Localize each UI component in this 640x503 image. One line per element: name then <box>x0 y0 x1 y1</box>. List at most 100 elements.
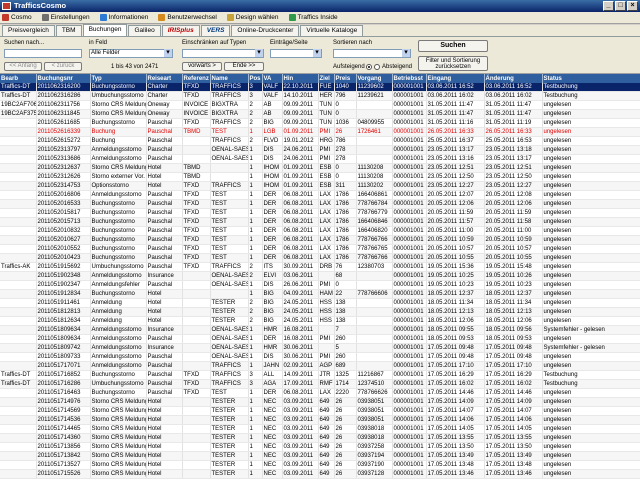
table-row[interactable]: 2011052313797 Anmeldungsstorno Pauschal OEN… <box>0 145 640 156</box>
next-page-button[interactable]: vorwärts > <box>182 62 222 71</box>
table-row[interactable]: 2011052615272 Buchung Pauschal TRAFFICS 2 FLV… <box>0 136 640 147</box>
table-row[interactable]: Traffics-AK 2011051915692 Umbuchungsstorno… <box>0 262 640 273</box>
tab-vers[interactable]: VERS <box>200 25 231 36</box>
maximize-button[interactable]: □ <box>615 1 626 11</box>
column-header[interactable]: Hin <box>282 74 319 83</box>
table-row[interactable]: 2011051714536 Storno CRS Meldung Hotel TEST… <box>0 415 640 426</box>
reset-filter-button[interactable]: Filter und Sortierung zurücksetzen <box>418 56 488 71</box>
sort-select[interactable] <box>333 49 411 58</box>
table-cell: 1 <box>248 406 263 417</box>
column-header[interactable]: Pos <box>248 74 263 83</box>
table-row[interactable]: 19BC2AF375 2011062311845 Storno CRS Meldun… <box>0 109 640 120</box>
table-row[interactable]: 2011051715526 Storno CRS Meldung Hotel TEST… <box>0 469 640 480</box>
column-header[interactable]: VA <box>262 74 283 83</box>
table-row[interactable]: 2011051809634 Anmeldungsstorno Pauschal OEN… <box>0 334 640 345</box>
table-row[interactable]: 2011052010832 Buchungsstorno Pauschal TFXD T… <box>0 226 640 237</box>
table-cell: LAX <box>318 388 335 399</box>
first-page-button[interactable]: << Anfang <box>4 62 42 71</box>
column-header[interactable]: Bearb <box>0 74 37 83</box>
table-row[interactable]: 2011051809733 Anmeldungsstorno Pauschal OEN… <box>0 352 640 363</box>
table-row[interactable]: Traffics-DT 2011051716852 Buchungsstorno Pa… <box>0 370 640 381</box>
table-row[interactable]: 2011052616339 Buchung Pauschal TBMD TEST 1 LGB… <box>0 127 640 138</box>
tab-tbm[interactable]: TBM <box>55 25 82 36</box>
menu-cosmo[interactable]: Cosmo <box>2 14 32 21</box>
table-cell: 03937258 <box>356 442 393 453</box>
table-row[interactable]: 2011051713527 Storno CRS Meldung Hotel TEST… <box>0 460 640 471</box>
column-header[interactable]: Ziel <box>318 74 335 83</box>
table-cell: Buchungsstorno <box>90 83 147 93</box>
table-row[interactable]: 2011052314753 Optionsstorno Hotel TFXD TRAFF… <box>0 181 640 192</box>
per-page-select[interactable] <box>270 49 322 58</box>
table-row[interactable]: 2011051911461 Anmeldung Hotel TESTER 2 BIG 24.… <box>0 298 640 309</box>
tab-irisplus[interactable]: IRISplus <box>161 25 200 36</box>
descending-radio[interactable] <box>374 64 380 70</box>
table-row[interactable]: 2011051809634 Anmeldungsstorno Insurance OE… <box>0 325 640 336</box>
column-header[interactable]: Referenz <box>182 74 211 83</box>
menu-informationen[interactable]: Informationen <box>99 14 148 21</box>
table-row[interactable]: 2011052015713 Buchungsstorno Pauschal TFXD T… <box>0 217 640 228</box>
table-row[interactable]: Traffics-DT 2011051716286 Umbuchungsstorno… <box>0 379 640 390</box>
last-page-button[interactable]: Ende >> <box>224 62 264 71</box>
tab-preisvergleich[interactable]: Preisvergleich <box>2 25 55 36</box>
table-row[interactable]: 2011051714465 Storno CRS Meldung Hotel TEST… <box>0 424 640 435</box>
field-select[interactable]: Alle Felder <box>89 49 173 58</box>
tab-buchungen[interactable]: Buchungen <box>82 24 128 36</box>
column-header[interactable]: Vorgang <box>356 74 393 83</box>
column-header[interactable]: Änderung <box>484 74 543 83</box>
menu-traffics-inside[interactable]: Traffics Inside <box>288 14 338 21</box>
table-row[interactable]: 2011051717071 Anmeldungsstorno Pauschal TRA… <box>0 361 640 372</box>
tab-virtuelle-kataloge[interactable]: Virtuelle Kataloge <box>300 25 364 36</box>
column-header[interactable]: Buchungsnr <box>36 74 91 83</box>
search-input[interactable] <box>4 49 82 58</box>
column-header[interactable]: Status <box>542 74 640 83</box>
column-header[interactable]: Eingang <box>426 74 485 83</box>
table-row[interactable]: 2011052016533 Buchungsstorno Pauschal TFXD T… <box>0 199 640 210</box>
table-row[interactable]: 2011052313686 Anmeldungsstorno Pauschal OEN… <box>0 154 640 165</box>
table-cell: 18.05.2011 12:06 <box>484 316 543 327</box>
table-row[interactable]: 2011052016806 Anmeldungsstorno Pauschal TFX… <box>0 190 640 201</box>
table-cell: 0 <box>334 163 357 174</box>
table-row[interactable]: 2011051902347 Anmeldungsfehler Pauschal OEN… <box>0 280 640 291</box>
table-row[interactable]: 2011052010552 Buchungsstorno Pauschal TFXD T… <box>0 244 640 255</box>
tab-galileo[interactable]: Galileo <box>128 25 161 36</box>
column-header[interactable]: Preis <box>334 74 357 83</box>
table-row[interactable]: 2011051714569 Storno CRS Meldung Hotel TEST… <box>0 406 640 417</box>
table-row[interactable]: 2011052010627 Buchungsstorno Pauschal TFXD T… <box>0 235 640 246</box>
table-row[interactable]: 2011051902348 Anmeldungsstorno Insurance OE… <box>0 271 640 282</box>
table-row[interactable]: 2011051716463 Buchungsstorno Pauschal TFXD T… <box>0 388 640 399</box>
window-titlebar[interactable]: TrafficsCosmo _ □ × <box>0 0 640 12</box>
table-row[interactable]: 2011051713856 Storno CRS Meldung Hotel TEST… <box>0 442 640 453</box>
table-row[interactable]: Traffics-DT 2011062316200 Buchungsstorno Ch… <box>0 83 640 93</box>
table-cell: 000001001 <box>392 100 427 111</box>
menu-benutzerwechsel[interactable]: Benutzerwechsel <box>158 14 217 21</box>
minimize-button[interactable]: _ <box>603 1 614 11</box>
table-row[interactable]: 2011051812813 Anmeldung Hotel TESTER 2 BIG 24.… <box>0 307 640 318</box>
search-button[interactable]: Suchen <box>418 40 488 52</box>
table-row[interactable]: 2011051714360 Storno CRS Meldung Hotel TEST… <box>0 433 640 444</box>
menu-einstellungen[interactable]: Einstellungen <box>41 14 90 21</box>
menu-design[interactable]: Design wählen <box>226 14 279 21</box>
table-row[interactable]: 2011051714976 Storno CRS Meldung Hotel TEST… <box>0 397 640 408</box>
table-row[interactable]: Traffics-DT 2011062316286 Umbuchungsstorno… <box>0 91 640 102</box>
tab-online-druckcenter[interactable]: Online-Druckcenter <box>231 25 300 36</box>
table-row[interactable]: 2011052312626 Storno externer Vor. Hotel TB… <box>0 172 640 183</box>
table-cell: 2 <box>248 262 263 273</box>
table-row[interactable]: 2011052611685 Buchungsstorno Pauschal TFXD T… <box>0 118 640 129</box>
column-header[interactable]: Typ <box>90 74 147 83</box>
ascending-radio[interactable] <box>366 64 372 70</box>
table-row[interactable]: 2011052312637 Storno CRS Meldung Hotel TBMD… <box>0 163 640 174</box>
column-header[interactable]: Name <box>210 74 249 83</box>
table-row[interactable]: 19BC2AF706 2011062311756 Storno CRS Meldun… <box>0 100 640 111</box>
table-cell: Hotel <box>146 460 183 471</box>
previous-page-button[interactable]: < zurück <box>44 62 82 71</box>
table-row[interactable]: 2011052015817 Buchungsstorno Pauschal TFXD T… <box>0 208 640 219</box>
table-row[interactable]: 2011051912834 Buchungsstorno Hotel 1 BIG 04.0… <box>0 289 640 300</box>
type-select[interactable] <box>182 49 264 58</box>
close-button[interactable]: × <box>627 1 638 11</box>
table-row[interactable]: 2011052010423 Buchungsstorno Pauschal TFXD T… <box>0 253 640 264</box>
table-row[interactable]: 2011051713842 Storno CRS Meldung Hotel TEST… <box>0 451 640 462</box>
column-header[interactable]: Reiseart <box>146 74 183 83</box>
table-row[interactable]: 2011051809742 Anmeldungsstorno Insurance OE… <box>0 343 640 354</box>
table-row[interactable]: 2011051812634 Anmeldung Hotel TESTER 2 BIG 24.… <box>0 316 640 327</box>
column-header[interactable]: Betriebsst <box>392 74 427 83</box>
